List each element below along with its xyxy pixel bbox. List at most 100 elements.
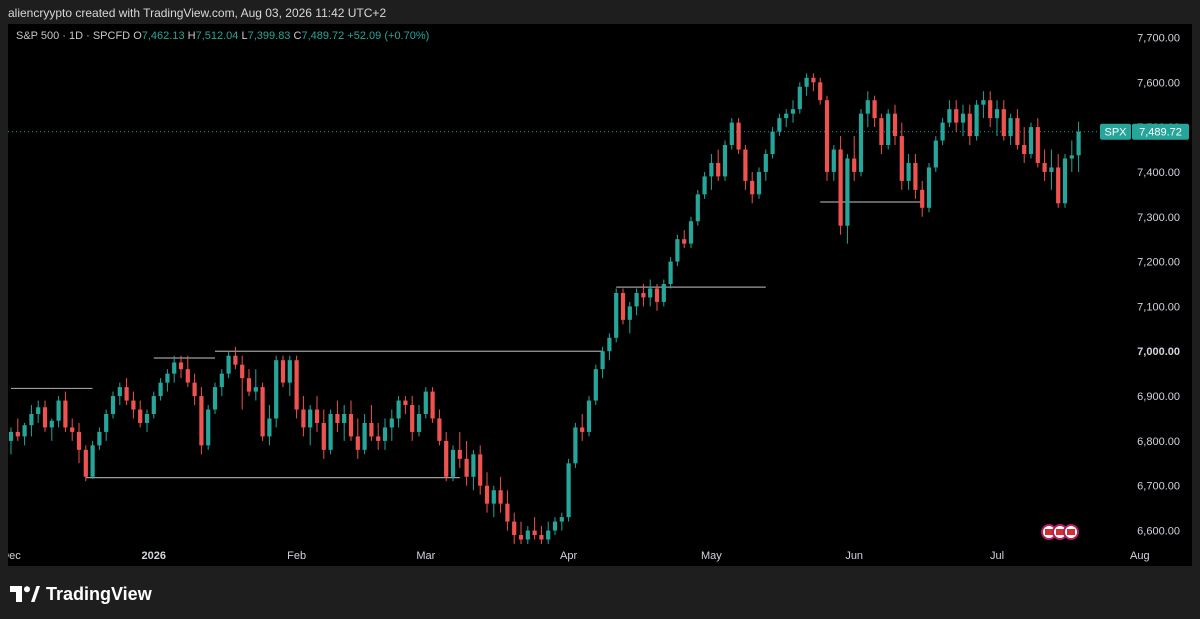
candle-body [886,113,891,146]
candle-body [858,113,864,172]
candle-body [920,189,925,208]
candle-body [110,396,116,414]
candle-body [954,109,959,123]
candle-body [926,167,932,208]
candle-body [974,104,979,137]
candle-body [396,400,401,419]
candle-body [906,162,911,181]
candle-body [464,458,469,477]
candle-body [1022,145,1027,154]
candle-body [450,449,456,477]
candle-body [178,362,184,370]
candle-body [423,391,428,414]
candle-body [246,378,252,392]
candle-body [879,118,884,146]
ohlc-legend: S&P 500 · 1D · SPCFD O7,462.13 H7,512.04… [16,30,429,42]
y-tick-label: 7,000.00 [1137,346,1180,358]
candle-body [818,82,823,101]
candle-body [750,180,755,195]
candle-body [682,239,687,244]
candle-body [580,427,585,432]
candle-body [117,387,122,397]
candle-body [192,382,197,397]
candle-body [1035,127,1040,163]
candle-body [756,171,762,195]
candle-body [600,351,605,370]
x-tick-label: 2026 [142,550,166,562]
candle-body [124,387,129,401]
candle-body [865,100,870,114]
candle-body [552,521,558,531]
candle-body [1042,162,1047,172]
last-price-label: 7,489.72 [1139,127,1182,139]
chart-area[interactable]: 6,600.00 6,700.00 6,800.00 6,900.00 7,000.00… [8,24,1192,566]
candle-body [994,109,1000,119]
candle-body [736,122,741,150]
candle-body [484,485,490,504]
candle-body [627,306,632,320]
candle-body [593,369,598,401]
tradingview-footer: TradingView [10,582,152,606]
candle-body [804,77,809,87]
candle-body [947,109,952,123]
candle-body [389,418,394,428]
candle-body [410,405,415,432]
candle-body [1008,118,1013,137]
tradingview-logo-icon [10,586,40,602]
candle-body [784,113,789,119]
candle-body [614,292,619,338]
candle-body [1015,118,1020,146]
candle-body [532,530,537,536]
y-tick-label: 6,800.00 [1137,436,1180,448]
candle-body [144,414,150,423]
candle-body [1056,167,1061,204]
candle-body [49,420,54,428]
candle-body [1069,155,1074,159]
x-tick-label: Jul [990,550,1004,562]
candle-body [219,373,224,388]
candle-body [212,387,218,410]
candle-body [15,431,20,437]
candle-body [763,154,768,172]
candle-body [274,360,279,419]
low-value: 7,399.83 [247,30,291,42]
chart-credit: aliencryypto created with TradingView.co… [8,6,387,20]
candle-body [199,396,204,446]
candle-body [8,431,14,441]
candle-body [940,122,945,141]
y-tick-label: 7,200.00 [1137,257,1180,269]
candle-body [158,382,163,397]
symbol-label: S&P 500 · 1D · SPCFD [16,30,131,42]
x-tick-label: Jun [845,550,863,562]
candle-body [97,431,102,446]
x-tick-label: Dec [8,550,21,562]
candle-body [280,360,286,383]
close-value: 7,489.72 [301,30,345,42]
candle-body [525,530,530,540]
candle-body [1049,167,1054,172]
candle-body [42,407,48,428]
candle-body [253,387,258,392]
flag-stripe-icon [1045,529,1053,535]
candle-body [294,360,299,410]
candle-body [491,490,496,504]
candle-body [76,431,82,450]
candle-body [546,530,551,540]
candle-body [573,427,578,464]
candle-body [301,409,306,428]
candle-body [233,355,238,365]
candle-body [138,409,143,423]
candle-body [403,400,408,406]
candle-body [743,149,748,181]
candle-body [641,292,646,298]
candle-body [988,100,993,119]
y-tick-label: 6,900.00 [1137,391,1180,403]
candle-body [104,414,109,432]
candle-body [729,122,734,146]
candle-body [1076,131,1081,156]
candlestick-chart[interactable]: 6,600.00 6,700.00 6,800.00 6,900.00 7,000.00… [8,24,1192,566]
flag-stripe-icon [1056,529,1064,535]
candle-body [70,427,75,432]
candle-body [716,162,721,177]
candle-body [355,436,360,450]
